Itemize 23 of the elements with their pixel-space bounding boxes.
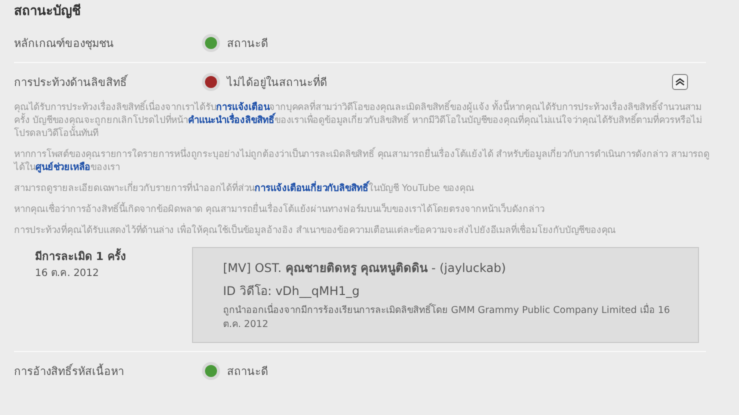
text-link[interactable]: การแจ้งเตือนเกี่ยวกับลิขสิทธิ์ — [254, 183, 369, 194]
text-link[interactable]: การแจ้งเตือน — [216, 102, 270, 113]
info-paragraph: สามารถดูรายละเอียดเฉพาะเกี่ยวกับรายการที่นำออกได้ที่ส่วนการแจ้งเตือนเกี่ยวกับลิขสิทธิ์ในบัญชี YouTube ของคุณ — [14, 182, 714, 195]
status-text: สถานะดี — [227, 36, 269, 52]
strike-count: มีการละเมิด 1 ครั้ง — [35, 247, 126, 265]
info-paragraph: หากคุณเชื่อว่าการอ้างสิทธิ์นี้เกิดจากข้อผิดพลาด คุณสามารถยื่นเรื่องโต้แย้งผ่านทางฟอร์มบนเว็บของเราได้โดยตรงจากหน้าเว็บดังกล่าว — [14, 203, 546, 216]
section-title: สถานะบัญชี — [14, 2, 82, 21]
video-title: [MV] OST. คุณชายติดหรู คุณหนูติดดิน - (jayluckab) — [223, 260, 507, 277]
strike-date: 16 ต.ค. 2012 — [35, 267, 100, 280]
text-link[interactable]: ศูนย์ช่วยเหลือ — [36, 162, 91, 173]
row-label: หลักเกณฑ์ของชุมชน — [14, 36, 115, 52]
row-label: การประท้วงด้านลิขสิทธิ์ — [14, 74, 129, 91]
collapse-button[interactable] — [672, 74, 688, 90]
video-id: ID วิดีโอ: vDh__qMH1_g — [223, 283, 361, 300]
info-paragraph: การประท้วงที่คุณได้รับแสดงไว้ที่ด้านล่าง เพื่อให้คุณใช้เป็นข้อมูลอ้างอิง สำเนาของข้อความเตือนแต่ละข้อความจะส่งไปยังอีเมลที่เชื่อมโยงกับบัญชีของคุณ — [14, 224, 618, 237]
row-label: การอ้างสิทธิ์รหัสเนื้อหา — [14, 362, 125, 380]
status-text: สถานะดี — [227, 364, 269, 380]
status-text: ไม่ได้อยู่ในสถานะที่ดี — [227, 74, 328, 91]
removal-reason: ถูกนำออกเนื่องจากมีการร้องเรียนการละเมิดลิขสิทธิ์โดย GMM Grammy Public Company Limited เมื่อ 16 ต.ค. 2012 — [223, 304, 671, 332]
info-paragraph: หากการโพสต์ของคุณรายการใดรายการหนึ่งถูกระบุอย่างไม่ถูกต้องว่าเป็นการละเมิดลิขสิทธิ์ คุณสามารถยื่นเรื่องโต้แย้งได้ สำหรับข้อมูลเกี่ยวกับการดำเนินการดังกล่าว สามารถดูได้ในศูนย์ช่วยเหลือของเรา — [14, 148, 710, 174]
double-chevron-up-icon — [675, 77, 685, 87]
text-link[interactable]: คำแนะนำเรื่องลิขสิทธิ์ — [188, 115, 275, 126]
info-paragraph: คุณได้รับการประท้วงเรื่องลิขสิทธิ์เนื่องจากเราได้รับการแจ้งเตือนจากบุคคลที่สามว่าวิดีโอของคุณละเมิดลิขสิทธิ์ของผู้แจ้ง ทั้งนี้หากคุณได้รับการประท้วงเรื่องลิขสิทธิ์จำนวนสามครั้ง บัญชีของคุณจะถูกยกเลิกโปรดไปที่หน้าคำแนะนำเรื่องลิขสิทธิ์ของเราเพื่อดูข้อมูลเกี่ยวกับลิขสิทธิ์ หากมีวิดีโอในบัญชีของคุณที่คุณไม่แน่ใจว่าคุณได้รับสิทธิ์ตามที่ควรหรือไม่ โปรดลบวิดีโอนั้นทันที — [14, 101, 703, 140]
